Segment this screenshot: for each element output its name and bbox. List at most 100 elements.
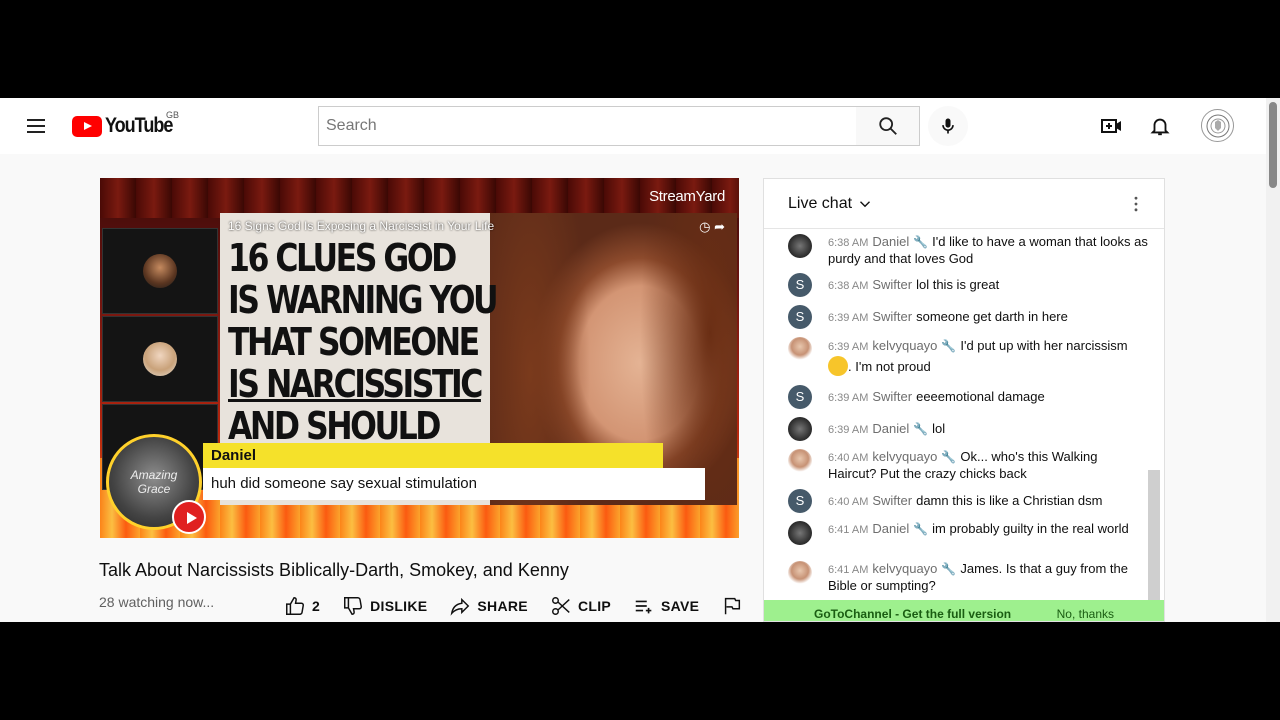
youtube-page: YouTube GB StreamYard — [0, 98, 1280, 622]
share-button[interactable]: SHARE — [449, 595, 528, 617]
share-icon — [451, 597, 470, 616]
headline-line: IS WARNING YOU — [228, 278, 499, 322]
promo-link[interactable]: GoToChannel - Get the full version — [814, 607, 1011, 621]
save-button[interactable]: SAVE — [633, 595, 699, 617]
author-avatar[interactable]: S — [788, 305, 812, 329]
account-avatar[interactable] — [1201, 109, 1234, 142]
guest-face — [143, 342, 177, 376]
chat-message: 6:38 AM Daniel 🔧 I'd like to have a woman t… — [788, 234, 1148, 267]
logo-text: YouTube — [105, 114, 173, 137]
chat-mode-selector[interactable]: Live chat — [788, 195, 874, 213]
clip-label: CLIP — [577, 598, 612, 614]
video-title: Talk About Narcissists Biblically-Darth,… — [99, 560, 569, 580]
more-options-icon[interactable] — [1126, 194, 1146, 219]
message-author[interactable]: kelvyquayo — [872, 338, 937, 353]
clip-button[interactable]: CLIP — [550, 595, 611, 617]
chat-message: S 6:39 AM Swifter eeeemotional damage — [788, 385, 1148, 409]
message-time: 6:39 AM — [828, 392, 869, 404]
page-scrollbar[interactable] — [1266, 98, 1280, 622]
search-input[interactable] — [318, 106, 857, 146]
youtube-play-icon — [72, 115, 102, 137]
lower-third-name: Daniel — [203, 443, 663, 468]
headline-line: AND SHOULD — [228, 404, 441, 448]
dislike-button[interactable]: DISLIKE — [342, 595, 427, 617]
share-label: SHARE — [477, 598, 528, 614]
author-avatar[interactable] — [788, 337, 812, 361]
headline-line: IS NARCISSISTIC — [228, 362, 483, 406]
message-time: 6:41 AM — [828, 524, 869, 536]
message-text: eeeemotional damage — [916, 389, 1045, 404]
chat-message: 6:41 AM kelvyquayo 🔧 James. Is that a guy f… — [788, 561, 1148, 594]
author-avatar[interactable] — [788, 234, 812, 258]
tired-face-emoji-icon — [828, 356, 848, 376]
message-author[interactable]: Swifter — [872, 493, 912, 508]
like-count: 2 — [312, 598, 321, 614]
author-avatar[interactable]: S — [788, 489, 812, 513]
chat-scrollbar[interactable] — [1148, 470, 1160, 600]
message-author[interactable]: kelvyquayo — [872, 561, 937, 576]
chat-message: S 6:38 AM Swifter lol this is great — [788, 273, 1148, 297]
message-author[interactable]: Daniel — [872, 421, 909, 436]
video-camera-plus-icon — [1101, 119, 1121, 133]
message-text: I'd put up with her narcissism — [960, 338, 1128, 353]
chat-message: 6:39 AM Daniel 🔧 lol — [788, 417, 1148, 441]
author-avatar[interactable]: S — [788, 385, 812, 409]
message-time: 6:40 AM — [828, 496, 869, 508]
author-avatar[interactable] — [788, 561, 812, 585]
chat-message: S 6:39 AM Swifter someone get darth in her… — [788, 305, 1148, 329]
author-avatar[interactable] — [788, 521, 812, 545]
message-author[interactable]: Swifter — [872, 277, 912, 292]
search-button[interactable] — [856, 106, 920, 146]
message-time: 6:39 AM — [828, 341, 869, 353]
message-author[interactable]: Daniel — [872, 521, 909, 536]
bell-icon — [1150, 118, 1170, 136]
like-button[interactable]: 2 — [284, 595, 320, 617]
dislike-label: DISLIKE — [370, 598, 428, 614]
moderator-wrench-icon: 🔧 — [913, 422, 929, 436]
thumbnail-caption: 16 Signs God Is Exposing a Narcissist in… — [228, 219, 495, 233]
youtube-badge-icon — [172, 500, 206, 534]
page-scrollbar-thumb[interactable] — [1269, 102, 1277, 188]
report-button[interactable] — [721, 595, 749, 617]
author-avatar[interactable]: S — [788, 273, 812, 297]
thumbs-up-icon — [286, 597, 304, 615]
guest-camera-1 — [102, 228, 218, 314]
notifications-button[interactable] — [1140, 106, 1180, 146]
chat-message: 6:40 AM kelvyquayo 🔧 Ok... who's this Walki… — [788, 449, 1148, 482]
moderator-wrench-icon: 🔧 — [913, 235, 929, 249]
badge-text: Amazing Grace — [130, 468, 178, 496]
message-author[interactable]: kelvyquayo — [872, 449, 937, 464]
create-button[interactable] — [1092, 106, 1132, 146]
message-text: im probably guilty in the real world — [932, 521, 1129, 536]
guest-face — [143, 254, 177, 288]
moderator-wrench-icon: 🔧 — [941, 562, 957, 576]
voice-search-button[interactable] — [928, 106, 968, 146]
chat-header: Live chat — [764, 179, 1164, 229]
message-text: damn this is like a Christian dsm — [916, 493, 1103, 508]
chat-message: 6:39 AM kelvyquayo 🔧 I'd put up with her na… — [788, 337, 1148, 376]
message-author[interactable]: Daniel — [872, 234, 909, 249]
message-author[interactable]: Swifter — [872, 309, 912, 324]
message-text: Ok... who's this Walking Haircut? Put th… — [828, 449, 1098, 481]
message-text: lol this is great — [916, 277, 1000, 292]
author-avatar[interactable] — [788, 449, 812, 473]
moderator-wrench-icon: 🔧 — [913, 522, 929, 536]
chat-message: 6:41 AM Daniel 🔧 im probably guilty in the … — [788, 521, 1148, 545]
moderator-wrench-icon: 🔧 — [941, 339, 957, 353]
chevron-down-icon — [860, 201, 871, 208]
chat-title: Live chat — [788, 195, 853, 212]
video-actions: 2 DISLIKE SHARE CLIP SAVE — [284, 594, 749, 618]
promo-dismiss-button[interactable]: No, thanks — [1057, 607, 1114, 621]
headline-line: 16 CLUES GOD — [228, 236, 457, 280]
message-author[interactable]: Swifter — [872, 389, 912, 404]
menu-icon[interactable] — [24, 114, 48, 138]
message-time: 6:40 AM — [828, 452, 869, 464]
author-avatar[interactable] — [788, 417, 812, 441]
video-player[interactable]: StreamYard 16 Signs God Is Exposing a Na… — [100, 178, 739, 538]
message-time: 6:38 AM — [828, 237, 869, 249]
thumbnail-headline: 16 CLUES GOD IS WARNING YOU THAT SOMEONE… — [228, 236, 499, 448]
masthead: YouTube GB — [0, 98, 1280, 154]
message-text: lol — [932, 421, 946, 436]
guest-camera-2 — [102, 316, 218, 402]
scissors-icon — [551, 597, 570, 615]
